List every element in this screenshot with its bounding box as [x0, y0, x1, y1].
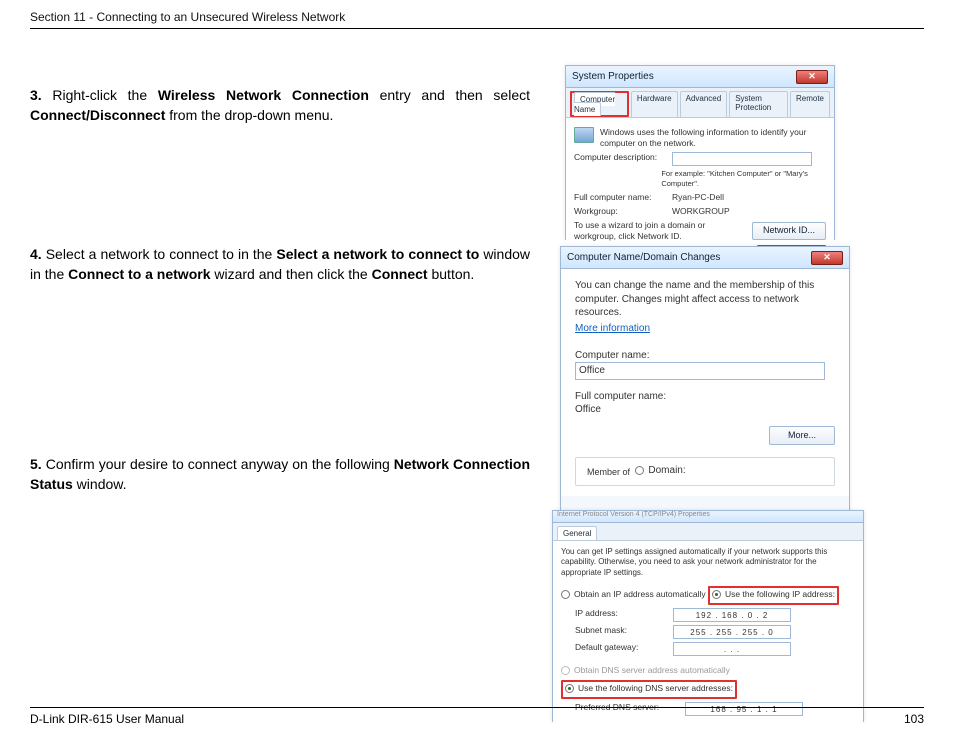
label: Computer name:	[575, 349, 835, 362]
hint-text: For example: "Kitchen Computer" or "Mary…	[661, 169, 826, 189]
step-number: 4.	[30, 246, 42, 262]
bold: Wireless Network Connection	[158, 87, 369, 103]
use-following-dns-radio[interactable]: Use the following DNS server addresses:	[565, 683, 733, 694]
tab-remote[interactable]: Remote	[790, 91, 830, 117]
full-computer-name-value: Office	[575, 403, 835, 416]
tab-system-protection[interactable]: System Protection	[729, 91, 788, 117]
computer-icon	[574, 127, 594, 143]
footer-page-number: 103	[904, 712, 924, 726]
screenshot-system-properties: System Properties ✕ Computer Name Hardwa…	[565, 65, 835, 240]
obtain-ip-auto-radio[interactable]: Obtain an IP address automatically	[561, 589, 706, 600]
step-3: 3. Right-click the Wireless Network Conn…	[30, 85, 530, 126]
text: entry and then select	[369, 87, 530, 103]
network-id-button[interactable]: Network ID...	[752, 222, 826, 240]
domain-radio[interactable]: Domain:	[635, 464, 685, 477]
text: Right-click the	[52, 87, 157, 103]
computer-description-input[interactable]	[672, 152, 812, 166]
footer-manual-name: D-Link DIR-615 User Manual	[30, 712, 184, 726]
label: Default gateway:	[575, 642, 667, 656]
close-icon[interactable]: ✕	[811, 251, 843, 265]
workgroup-value: WORKGROUP	[672, 206, 730, 217]
more-button[interactable]: More...	[769, 426, 835, 446]
bold: Connect	[372, 266, 428, 282]
step-4: 4. Select a network to connect to in the…	[30, 244, 530, 285]
member-of-label: Member of	[584, 467, 633, 479]
intro-text: You can change the name and the membersh…	[575, 279, 835, 320]
bold: Connect to a network	[68, 266, 210, 282]
label: Full computer name:	[574, 192, 666, 203]
text: window.	[73, 476, 127, 492]
text: from the drop-down menu.	[165, 107, 333, 123]
label: Obtain DNS server address automatically	[574, 665, 730, 676]
label: Use the following IP address:	[725, 589, 835, 600]
step-number: 5.	[30, 456, 42, 472]
title-strip: Internet Protocol Version 4 (TCP/IPv4) P…	[553, 511, 863, 523]
more-information-link[interactable]: More information	[575, 322, 835, 335]
text: Select a network to connect to in the	[46, 246, 277, 262]
label: IP address:	[575, 608, 667, 622]
tab-advanced[interactable]: Advanced	[680, 91, 728, 117]
bold: Connect/Disconnect	[30, 107, 165, 123]
computer-name-input[interactable]: Office	[575, 362, 825, 380]
label: Full computer name:	[575, 390, 835, 403]
text: wizard and then click the	[211, 266, 372, 282]
ip-address-input[interactable]: 192 . 168 . 0 . 2	[673, 608, 791, 622]
close-icon[interactable]: ✕	[796, 70, 828, 84]
text: button.	[428, 266, 475, 282]
label: Use the following DNS server addresses:	[578, 683, 733, 694]
domain-label: Domain:	[648, 464, 685, 477]
obtain-dns-auto-radio[interactable]: Obtain DNS server address automatically	[561, 665, 730, 676]
intro-text: Windows uses the following information t…	[600, 127, 826, 149]
screenshot-domain-changes: Computer Name/Domain Changes ✕ You can c…	[560, 246, 850, 512]
default-gateway-input[interactable]: . . .	[673, 642, 791, 656]
tab-computer-name[interactable]: Computer Name	[574, 92, 615, 116]
subnet-mask-input[interactable]: 255 . 255 . 255 . 0	[673, 625, 791, 639]
step-5: 5. Confirm your desire to connect anyway…	[30, 454, 530, 495]
text: Confirm your desire to connect anyway on…	[46, 456, 394, 472]
intro-text: You can get IP settings assigned automat…	[561, 547, 855, 578]
label: Computer description:	[574, 152, 666, 166]
section-header: Section 11 - Connecting to an Unsecured …	[30, 10, 924, 29]
tab-hardware[interactable]: Hardware	[631, 91, 678, 117]
window-title: Computer Name/Domain Changes	[567, 252, 720, 263]
label: Subnet mask:	[575, 625, 667, 639]
use-following-ip-radio[interactable]: Use the following IP address:	[712, 589, 835, 600]
bold: Select a network to connect to	[276, 246, 479, 262]
step-number: 3.	[30, 87, 42, 103]
screenshot-ipv4-properties: Internet Protocol Version 4 (TCP/IPv4) P…	[552, 510, 864, 722]
tab-general[interactable]: General	[557, 526, 597, 540]
wizard-text: To use a wizard to join a domain or work…	[574, 220, 746, 242]
window-title: System Properties	[572, 71, 654, 82]
label: Obtain an IP address automatically	[574, 589, 706, 600]
full-computer-name: Ryan-PC-Dell	[672, 192, 724, 203]
label: Workgroup:	[574, 206, 666, 217]
